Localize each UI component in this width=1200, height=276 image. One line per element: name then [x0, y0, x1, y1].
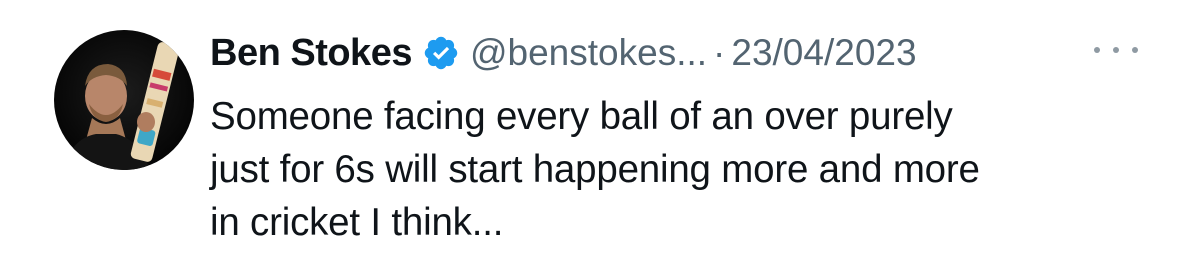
- avatar[interactable]: [54, 30, 194, 170]
- tweet-text-line: in cricket I think...: [210, 201, 504, 244]
- more-dot: [1132, 47, 1138, 53]
- tweet-text-line: just for 6s will start happening more an…: [210, 148, 980, 191]
- tweet-header: Ben Stokes @benstokes... · 23/04/2023: [210, 28, 917, 78]
- separator-dot: ·: [713, 32, 726, 73]
- tweet-text: Someone facing every ball of an over pur…: [210, 90, 1170, 249]
- more-horizontal-icon[interactable]: [1094, 38, 1138, 62]
- more-dot: [1113, 47, 1119, 53]
- tweet-date[interactable]: 23/04/2023: [731, 32, 916, 74]
- tweet-text-line: Someone facing every ball of an over pur…: [210, 95, 953, 138]
- avatar-image: [62, 42, 180, 170]
- more-dot: [1094, 47, 1100, 53]
- verified-badge-icon: [422, 34, 460, 72]
- author-name[interactable]: Ben Stokes: [210, 32, 412, 75]
- author-handle[interactable]: @benstokes...: [470, 32, 707, 74]
- tweet-card[interactable]: Ben Stokes @benstokes... · 23/04/2023 So…: [0, 0, 1200, 276]
